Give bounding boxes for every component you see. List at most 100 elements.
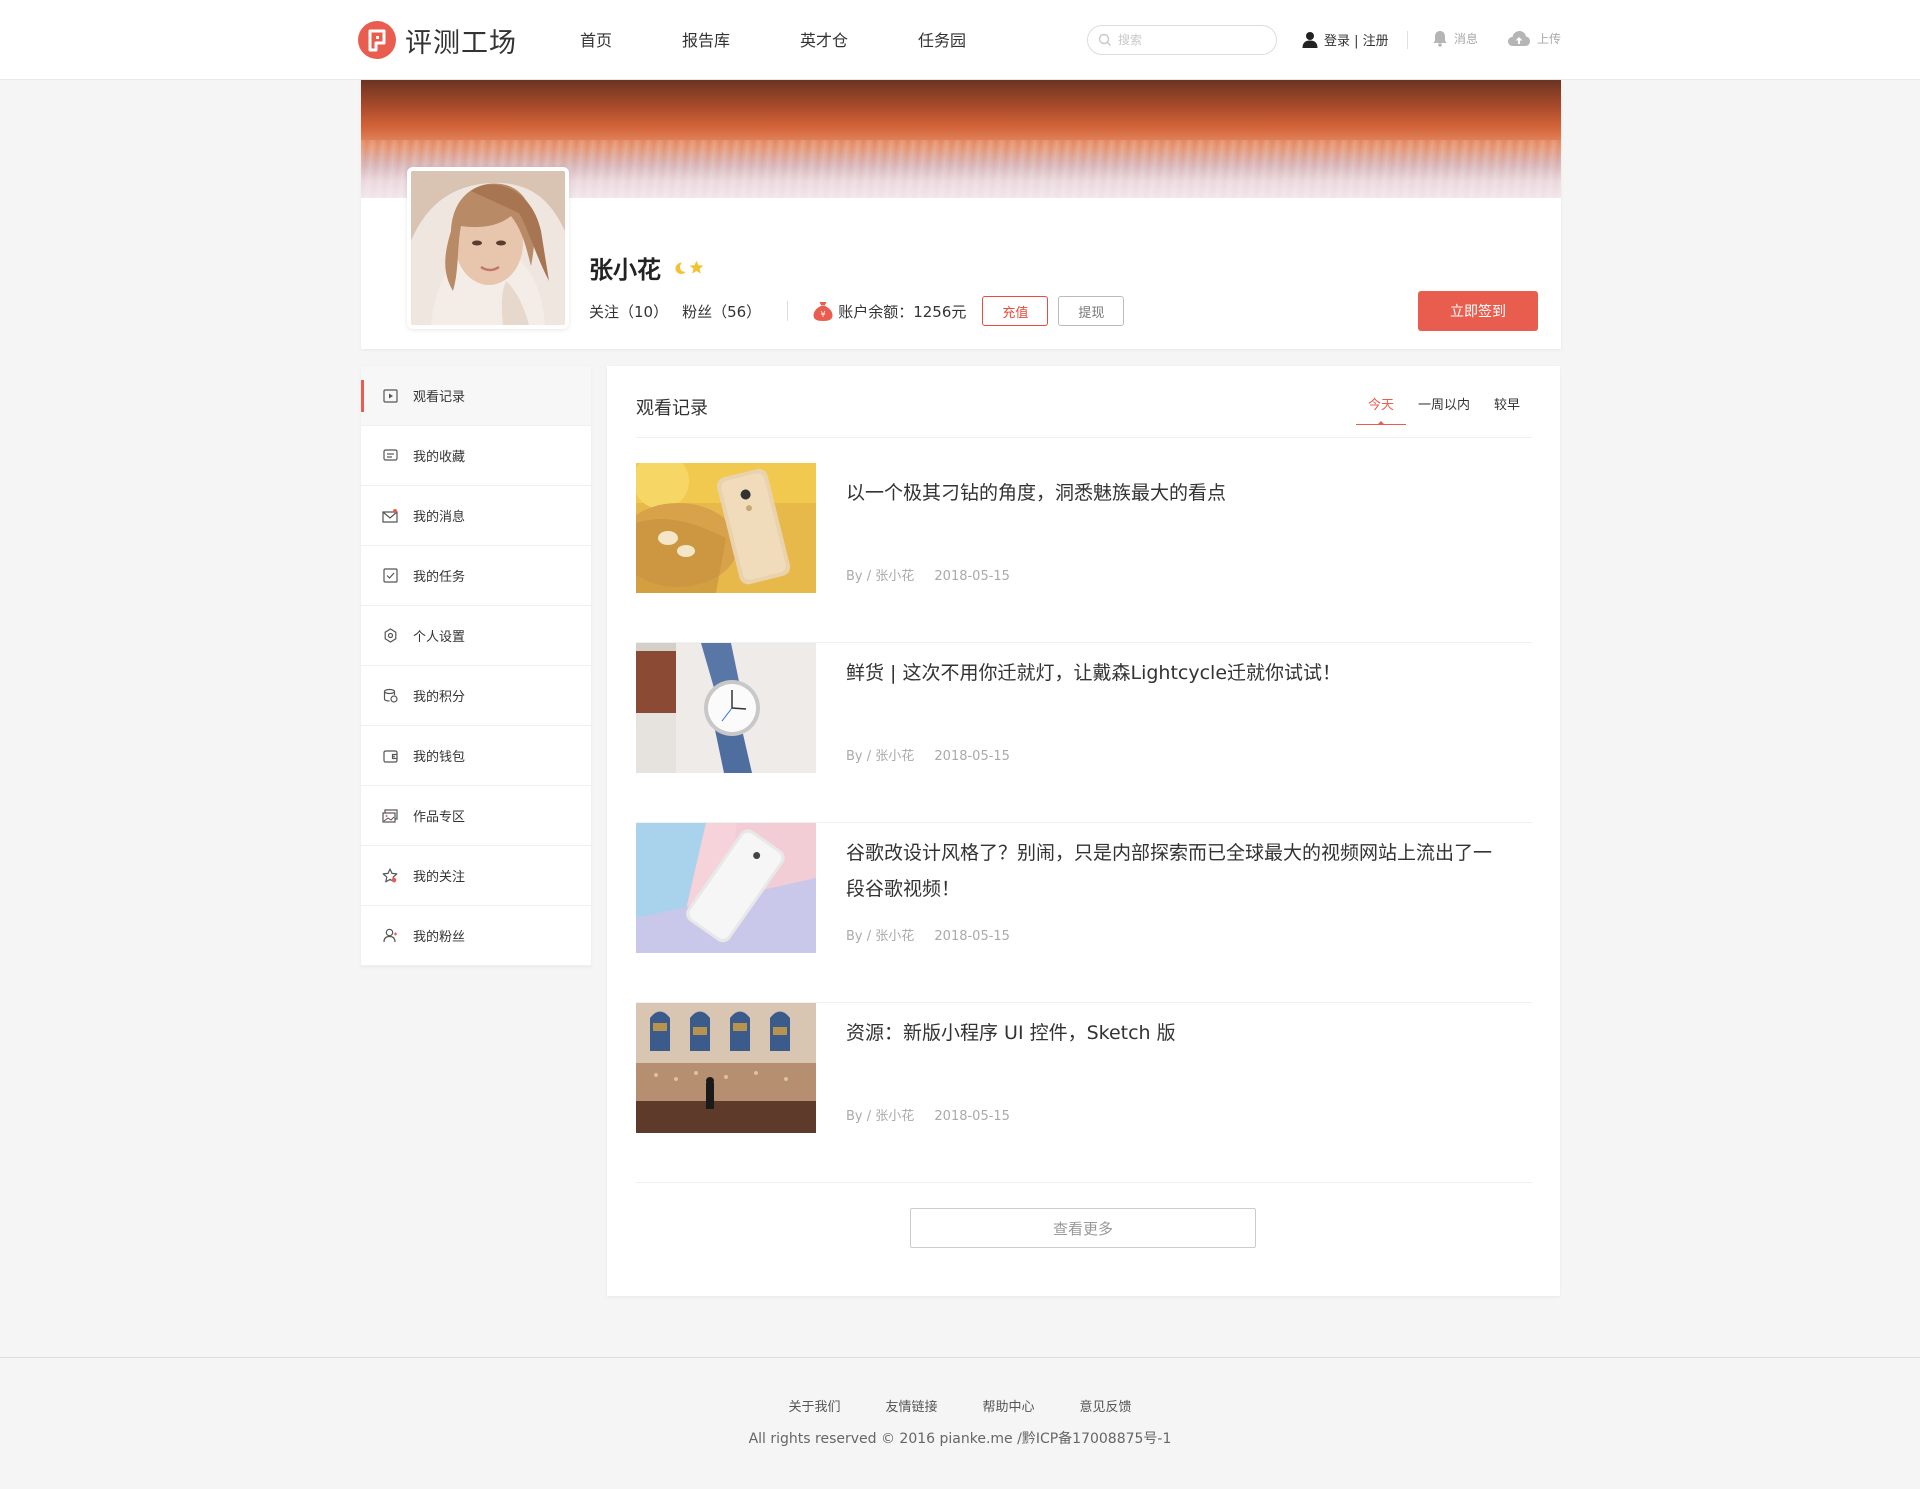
sidebar-item-label: 我的粉丝 xyxy=(413,930,466,945)
sidebar-item-following[interactable]: 我的关注 xyxy=(361,846,591,906)
time-filter-tabs: 今天 一周以内 较早 xyxy=(1355,394,1532,425)
nav-talents[interactable]: 英才仓 xyxy=(800,0,848,80)
message-icon xyxy=(381,507,399,525)
main-content: 观看记录 今天 一周以内 较早 以一个极其刁钻的角度，洞悉魅族最大的看点 By … xyxy=(607,366,1560,1296)
task-icon xyxy=(381,567,399,585)
username-row: 张小花 xyxy=(589,250,704,285)
logo-text: 评测工场 xyxy=(405,27,517,59)
level-badges xyxy=(673,260,704,275)
avatar[interactable] xyxy=(407,167,569,329)
footer: 关于我们 友情链接 帮助中心 意见反馈 All rights reserved … xyxy=(0,1357,1920,1489)
article-thumbnail[interactable] xyxy=(636,1003,816,1133)
wallet-icon xyxy=(381,747,399,765)
favorites-icon xyxy=(381,447,399,465)
article-author: By / 张小花 xyxy=(846,1109,915,1124)
login-text[interactable]: 登录 | 注册 xyxy=(1324,30,1389,49)
list-item[interactable]: 鲜货 | 这次不用你迁就灯，让戴森Lightcycle迁就你试试！ By / 张… xyxy=(636,643,1532,823)
account-balance: ¥ 账户余额：1256元 xyxy=(812,300,966,322)
article-title[interactable]: 谷歌改设计风格了？别闹，只是内部探索而已全球最大的视频网站上流出了一段谷歌视频！ xyxy=(846,835,1506,907)
sidebar-item-tasks[interactable]: 我的任务 xyxy=(361,546,591,606)
sidebar-item-label: 我的任务 xyxy=(413,570,466,585)
sidebar-item-label: 观看记录 xyxy=(413,390,466,405)
sidebar-item-label: 我的积分 xyxy=(413,690,466,705)
sidebar-item-wallet[interactable]: 我的钱包 xyxy=(361,726,591,786)
article-meta: By / 张小花 2018-05-15 xyxy=(846,565,1010,584)
username: 张小花 xyxy=(589,256,661,284)
messages-button[interactable]: 消息 xyxy=(1432,30,1478,47)
checkin-button[interactable]: 立即签到 xyxy=(1418,291,1538,331)
upload-button[interactable]: 上传 xyxy=(1507,30,1561,47)
article-meta: By / 张小花 2018-05-15 xyxy=(846,1105,1010,1124)
main-header: 观看记录 今天 一周以内 较早 xyxy=(636,366,1532,438)
sidebar-item-label: 作品专区 xyxy=(413,810,466,825)
sidebar-item-favorites[interactable]: 我的收藏 xyxy=(361,426,591,486)
footer-link-friends[interactable]: 友情链接 xyxy=(885,1396,937,1415)
play-record-icon xyxy=(381,387,399,405)
moon-icon xyxy=(675,262,686,274)
tab-within-week[interactable]: 一周以内 xyxy=(1406,394,1482,425)
sidebar-item-label: 我的消息 xyxy=(413,510,466,525)
article-thumbnail[interactable] xyxy=(636,643,816,773)
bell-icon xyxy=(1433,31,1447,47)
article-date: 2018-05-15 xyxy=(934,929,1010,944)
footer-links: 关于我们 友情链接 帮助中心 意见反馈 xyxy=(0,1396,1920,1415)
list-item[interactable]: 以一个极其刁钻的角度，洞悉魅族最大的看点 By / 张小花 2018-05-15 xyxy=(636,463,1532,643)
svg-text:¥: ¥ xyxy=(821,310,826,319)
sidebar-item-label: 我的钱包 xyxy=(413,750,466,765)
sidebar-item-fans[interactable]: 我的粉丝 xyxy=(361,906,591,966)
star-icon xyxy=(689,260,704,274)
fans-icon xyxy=(381,927,399,945)
footer-link-feedback[interactable]: 意见反馈 xyxy=(1080,1396,1132,1415)
sidebar-item-works[interactable]: 作品专区 xyxy=(361,786,591,846)
article-date: 2018-05-15 xyxy=(934,569,1010,584)
works-icon xyxy=(381,807,399,825)
list-item[interactable]: 谷歌改设计风格了？别闹，只是内部探索而已全球最大的视频网站上流出了一段谷歌视频！… xyxy=(636,823,1532,1003)
history-list: 以一个极其刁钻的角度，洞悉魅族最大的看点 By / 张小花 2018-05-15 xyxy=(636,463,1532,1183)
logo[interactable]: 评测工场 xyxy=(357,20,517,60)
recharge-button[interactable]: 充值 xyxy=(982,296,1049,326)
article-thumbnail[interactable] xyxy=(636,823,816,953)
sidebar-item-watch-history[interactable]: 观看记录 xyxy=(361,366,591,426)
header-divider xyxy=(1407,31,1408,49)
nav-tasks[interactable]: 任务园 xyxy=(918,0,966,80)
page-title: 观看记录 xyxy=(636,398,708,419)
article-title[interactable]: 资源：新版小程序 UI 控件，Sketch 版 xyxy=(846,1015,1506,1051)
sidebar-item-settings[interactable]: 个人设置 xyxy=(361,606,591,666)
footer-link-help[interactable]: 帮助中心 xyxy=(983,1396,1035,1415)
article-title[interactable]: 以一个极其刁钻的角度，洞悉魅族最大的看点 xyxy=(846,475,1506,511)
footer-link-about[interactable]: 关于我们 xyxy=(788,1396,840,1415)
settings-icon xyxy=(381,627,399,645)
nav-home[interactable]: 首页 xyxy=(580,0,612,80)
tab-earlier[interactable]: 较早 xyxy=(1482,394,1532,425)
upload-label: 上传 xyxy=(1537,32,1562,46)
article-date: 2018-05-15 xyxy=(934,1109,1010,1124)
list-item[interactable]: 资源：新版小程序 UI 控件，Sketch 版 By / 张小花 2018-05… xyxy=(636,1003,1532,1183)
follow-star-icon xyxy=(381,867,399,885)
nav-reports[interactable]: 报告库 xyxy=(682,0,730,80)
article-title[interactable]: 鲜货 | 这次不用你迁就灯，让戴森Lightcycle迁就你试试！ xyxy=(846,655,1506,691)
sidebar-item-messages[interactable]: 我的消息 xyxy=(361,486,591,546)
withdraw-button[interactable]: 提现 xyxy=(1058,296,1125,326)
article-date: 2018-05-15 xyxy=(934,749,1010,764)
search-input[interactable] xyxy=(1118,33,1268,47)
logo-icon xyxy=(358,21,396,59)
main-nav: 首页 报告库 英才仓 任务园 xyxy=(580,0,1036,80)
avatar-image xyxy=(411,171,565,325)
follow-count[interactable]: 关注（10） xyxy=(589,301,668,322)
sidebar-item-points[interactable]: 我的积分 xyxy=(361,666,591,726)
search-icon xyxy=(1098,33,1111,46)
tab-today[interactable]: 今天 xyxy=(1355,394,1406,425)
points-icon xyxy=(381,687,399,705)
load-more-button[interactable]: 查看更多 xyxy=(910,1208,1256,1248)
search-box xyxy=(1087,25,1277,55)
profile-card: 张小花 关注（10） 粉丝（56） ¥ 账户余额：1256元 充值 提现 立即签… xyxy=(361,80,1561,349)
sidebar: 观看记录 我的收藏 我的消息 我的任务 个人设置 我的积分 我的钱包 作品专区 … xyxy=(361,366,591,966)
balance-text: 账户余额：1256元 xyxy=(838,302,967,321)
sidebar-item-label: 我的关注 xyxy=(413,870,466,885)
fans-count[interactable]: 粉丝（56） xyxy=(682,301,761,322)
sidebar-item-label: 个人设置 xyxy=(413,630,466,645)
article-thumbnail[interactable] xyxy=(636,463,816,593)
login-register[interactable]: 登录 | 注册 xyxy=(1302,30,1389,49)
profile-stats: 关注（10） 粉丝（56） ¥ 账户余额：1256元 充值 提现 xyxy=(589,295,1125,327)
money-bag-icon: ¥ xyxy=(813,302,833,321)
